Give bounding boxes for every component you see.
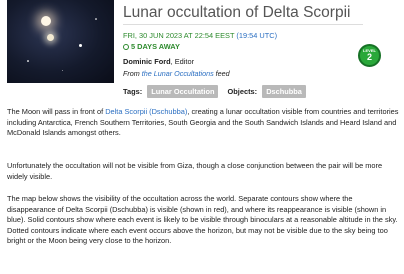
level-badge: LEVEL 2 bbox=[358, 44, 381, 67]
tags-label: Tags: bbox=[123, 87, 143, 96]
moon bbox=[47, 34, 54, 41]
p1-text-a: The Moon will pass in front of bbox=[7, 107, 106, 116]
author-line: Dominic Ford, Editor bbox=[123, 57, 194, 66]
star bbox=[62, 70, 64, 72]
body-paragraph-3: The map below shows the visibility of th… bbox=[7, 194, 398, 245]
body-paragraph-1: The Moon will pass in front of Delta Sco… bbox=[7, 107, 399, 139]
author-role: , Editor bbox=[170, 57, 195, 66]
star bbox=[79, 44, 82, 47]
tag-chip[interactable]: Lunar Occultation bbox=[147, 85, 219, 98]
feed-prefix: From bbox=[123, 69, 142, 78]
event-datetime: FRI, 30 JUN 2023 AT 22:54 EEST (19:54 UT… bbox=[123, 31, 277, 40]
page-title: Lunar occultation of Delta Scorpii bbox=[123, 4, 363, 25]
level-number: 2 bbox=[366, 52, 372, 62]
object-chip[interactable]: Dschubba bbox=[262, 85, 306, 98]
event-utc-time: (19:54 UTC) bbox=[236, 31, 278, 40]
event-local-time: FRI, 30 JUN 2023 AT 22:54 EEST bbox=[123, 31, 235, 40]
objects-label: Objects: bbox=[227, 87, 258, 96]
feed-line: From the Lunar Occultations feed bbox=[123, 69, 230, 78]
countdown: 5 DAYS AWAY bbox=[123, 42, 180, 51]
moon-glow bbox=[41, 16, 51, 26]
feed-suffix: feed bbox=[213, 69, 230, 78]
body-paragraph-2: Unfortunately the occultation will not b… bbox=[7, 161, 383, 181]
clock-icon bbox=[123, 44, 129, 50]
star bbox=[95, 18, 97, 20]
feed-link[interactable]: the Lunar Occultations bbox=[142, 69, 214, 78]
star bbox=[27, 60, 29, 62]
countdown-text: 5 DAYS AWAY bbox=[131, 42, 180, 51]
event-thumbnail[interactable] bbox=[7, 0, 114, 83]
object-link[interactable]: Delta Scorpii (Dschubba) bbox=[105, 107, 187, 116]
author-name: Dominic Ford bbox=[123, 57, 171, 66]
tag-row: Tags: Lunar Occultation Objects: Dschubb… bbox=[123, 85, 313, 98]
